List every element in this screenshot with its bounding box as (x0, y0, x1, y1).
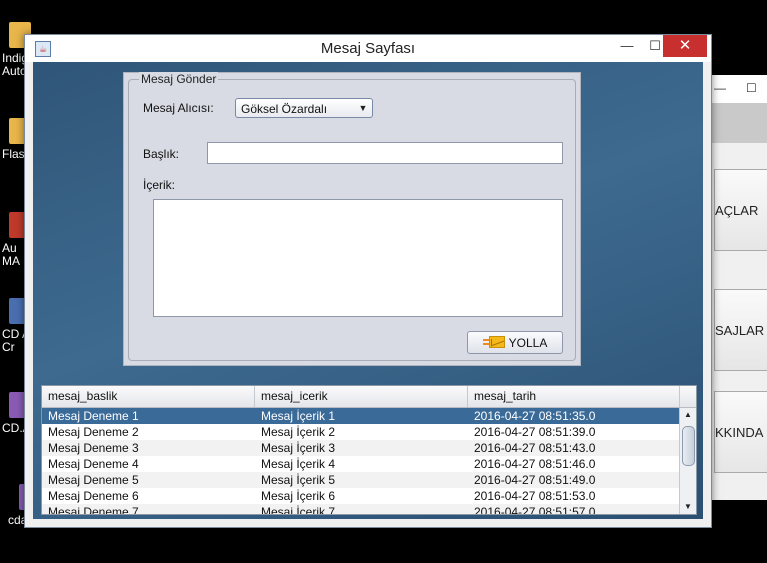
send-message-group: Mesaj Gönder Mesaj Alıcısı: Göksel Özard… (128, 72, 576, 361)
table-row[interactable]: Mesaj Deneme 6 Mesaj İçerik 6 2016-04-27… (42, 488, 680, 504)
window-titlebar[interactable]: ☕ Mesaj Sayfası — ☐ ✕ (25, 35, 711, 62)
scrollbar-thumb[interactable] (682, 426, 695, 466)
background-button-label: KKINDA (715, 424, 764, 440)
send-message-panel: Mesaj Gönder Mesaj Alıcısı: Göksel Özard… (123, 72, 581, 366)
content-label: İçerik: (143, 178, 176, 192)
background-button-label: SAJLAR (715, 322, 765, 338)
vertical-scrollbar[interactable]: ▲ ▼ (679, 408, 696, 514)
cell-tarih: 2016-04-27 08:51:43.0 (474, 441, 596, 455)
minimize-button[interactable]: — (613, 35, 641, 57)
cell-icerik: Mesaj İçerik 1 (261, 409, 336, 423)
cell-baslik: Mesaj Deneme 5 (48, 473, 139, 487)
background-window-band (706, 103, 767, 143)
table-header: mesaj_baslik mesaj_icerik mesaj_tarih (42, 386, 696, 408)
cell-baslik: Mesaj Deneme 7 (48, 505, 139, 515)
table-row[interactable]: Mesaj Deneme 2 Mesaj İçerik 2 2016-04-27… (42, 424, 680, 440)
chevron-down-icon[interactable]: ▼ (356, 101, 370, 115)
maximize-icon[interactable]: ☐ (746, 81, 757, 95)
cell-icerik: Mesaj İçerik 2 (261, 425, 336, 439)
messages-table[interactable]: mesaj_baslik mesaj_icerik mesaj_tarih Me… (41, 385, 697, 515)
column-header-icerik[interactable]: mesaj_icerik (255, 386, 468, 407)
table-row[interactable]: Mesaj Deneme 7 Mesaj İçerik 7 2016-04-27… (42, 504, 680, 515)
minimize-icon[interactable]: — (714, 81, 726, 95)
recipient-select[interactable]: Göksel Özardalı ▼ (235, 98, 373, 118)
cell-baslik: Mesaj Deneme 3 (48, 441, 139, 455)
table-row[interactable]: Mesaj Deneme 1 Mesaj İçerik 1 2016-04-27… (42, 408, 680, 424)
background-window-titlebar: — ☐ (706, 75, 767, 103)
cell-icerik: Mesaj İçerik 7 (261, 505, 336, 515)
cell-icerik: Mesaj İçerik 3 (261, 441, 336, 455)
cell-baslik: Mesaj Deneme 2 (48, 425, 139, 439)
background-window[interactable]: — ☐ AÇLAR SAJLAR KKINDA (705, 75, 767, 500)
background-button-3[interactable]: KKINDA (714, 391, 767, 473)
window-content: Mesaj Gönder Mesaj Alıcısı: Göksel Özard… (33, 62, 703, 519)
send-button[interactable]: YOLLA (467, 331, 563, 354)
content-textarea[interactable] (153, 199, 563, 317)
cell-baslik: Mesaj Deneme 6 (48, 489, 139, 503)
cell-baslik: Mesaj Deneme 1 (48, 409, 139, 423)
background-button-2[interactable]: SAJLAR (714, 289, 767, 371)
window-title: Mesaj Sayfası (320, 40, 416, 57)
mail-send-icon (482, 335, 505, 350)
cell-tarih: 2016-04-27 08:51:46.0 (474, 457, 596, 471)
cell-tarih: 2016-04-27 08:51:57.0 (474, 505, 596, 515)
title-label: Başlık: (143, 147, 180, 161)
cell-tarih: 2016-04-27 08:51:53.0 (474, 489, 596, 503)
table-row[interactable]: Mesaj Deneme 4 Mesaj İçerik 4 2016-04-27… (42, 456, 680, 472)
cell-tarih: 2016-04-27 08:51:39.0 (474, 425, 596, 439)
cell-tarih: 2016-04-27 08:51:35.0 (474, 409, 596, 423)
cell-tarih: 2016-04-27 08:51:49.0 (474, 473, 596, 487)
column-header-tarih[interactable]: mesaj_tarih (468, 386, 680, 407)
table-row[interactable]: Mesaj Deneme 3 Mesaj İçerik 3 2016-04-27… (42, 440, 680, 456)
table-body: Mesaj Deneme 1 Mesaj İçerik 1 2016-04-27… (42, 408, 680, 515)
background-button-1[interactable]: AÇLAR (714, 169, 767, 251)
scroll-down-icon[interactable]: ▼ (680, 500, 696, 514)
recipient-value: Göksel Özardalı (241, 102, 328, 116)
cell-icerik: Mesaj İçerik 4 (261, 457, 336, 471)
column-header-corner (680, 386, 696, 407)
table-row[interactable]: Mesaj Deneme 5 Mesaj İçerik 5 2016-04-27… (42, 472, 680, 488)
column-header-baslik[interactable]: mesaj_baslik (42, 386, 255, 407)
recipient-label: Mesaj Alıcısı: (143, 101, 214, 115)
cell-icerik: Mesaj İçerik 6 (261, 489, 336, 503)
send-button-label: YOLLA (508, 335, 548, 350)
group-legend: Mesaj Gönder (139, 72, 219, 86)
background-button-label: AÇLAR (715, 202, 759, 218)
scroll-up-icon[interactable]: ▲ (680, 408, 696, 422)
close-button[interactable]: ✕ (663, 35, 707, 57)
cell-baslik: Mesaj Deneme 4 (48, 457, 139, 471)
message-window: ☕ Mesaj Sayfası — ☐ ✕ Mesaj Gönder Mesaj… (24, 34, 712, 528)
title-input[interactable] (207, 142, 563, 164)
cell-icerik: Mesaj İçerik 5 (261, 473, 336, 487)
